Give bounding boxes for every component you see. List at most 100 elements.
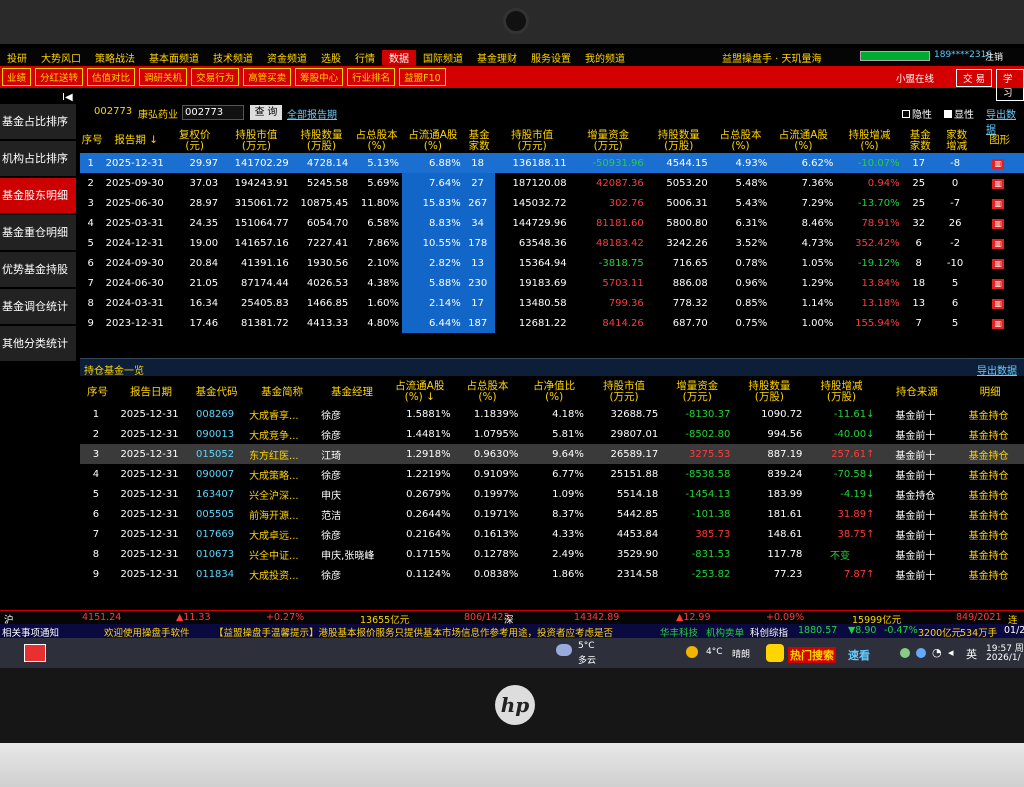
sidebar-item[interactable]: 其他分类统计 bbox=[0, 326, 76, 361]
table-row[interactable]: 7 2025-12-31 017669 大成卓远... 徐彦 0.2164% 0.1613%… bbox=[80, 524, 1024, 544]
query-button[interactable]: 查 询 bbox=[250, 105, 282, 120]
table-row[interactable]: 6 2024-09-30 20.84 41391.16 1930.56 2.10% 2.82… bbox=[80, 253, 1024, 273]
table-cell[interactable]: 090007 bbox=[187, 464, 246, 484]
column-header[interactable]: 基金简称 bbox=[246, 380, 318, 404]
toolbar-button[interactable]: 业绩 bbox=[2, 68, 32, 86]
column-header[interactable]: 占流通A股 (%) bbox=[770, 128, 836, 153]
sidebar-item[interactable]: 基金占比排序 bbox=[0, 104, 76, 139]
chart-cell[interactable]: ▥ bbox=[975, 173, 1024, 193]
toolbar-button[interactable]: 行业排名 bbox=[347, 68, 396, 86]
column-header[interactable]: 家数 增减 bbox=[938, 128, 975, 153]
table-row[interactable]: 2 2025-12-31 090013 大成竞争... 徐彦 1.4481% 1.0795%… bbox=[80, 424, 1024, 444]
toolbar-button[interactable]: 分红送转 bbox=[35, 68, 84, 86]
column-header[interactable]: 基金经理 bbox=[318, 380, 386, 404]
column-header[interactable]: 增量资金 (万元) bbox=[661, 380, 733, 404]
sidebar-item[interactable]: 基金重仓明细 bbox=[0, 215, 76, 250]
column-header[interactable]: 报告日期 bbox=[115, 380, 187, 404]
detail-link[interactable]: 基金持仓 bbox=[956, 404, 1024, 424]
clock-date[interactable]: 2026/1/ bbox=[986, 653, 1021, 663]
table-row[interactable]: 8 2024-03-31 16.34 25405.83 1466.85 1.60% 2.14… bbox=[80, 293, 1024, 313]
table-row[interactable]: 1 2025-12-31 29.97 141702.29 4728.14 5.13% 6.8… bbox=[80, 153, 1024, 173]
bar-chart-icon[interactable]: ▥ bbox=[992, 318, 1005, 329]
detail-link[interactable]: 基金持仓 bbox=[956, 564, 1024, 584]
column-header[interactable]: 序号 bbox=[80, 128, 104, 153]
table-cell[interactable]: 005505 bbox=[187, 504, 246, 524]
menu-item[interactable]: 基金理财 bbox=[470, 50, 524, 65]
detail-link[interactable]: 基金持仓 bbox=[956, 524, 1024, 544]
bar-chart-icon[interactable]: ▥ bbox=[992, 298, 1005, 309]
toolbar-button[interactable]: 估值对比 bbox=[87, 68, 136, 86]
column-header[interactable]: 基金代码 bbox=[187, 380, 246, 404]
chart-cell[interactable]: ▥ bbox=[975, 293, 1024, 313]
table-row[interactable]: 8 2025-12-31 010673 兴全中证... 申庆,张晓峰 0.1715% 0.1… bbox=[80, 544, 1024, 564]
chart-cell[interactable]: ▥ bbox=[975, 313, 1024, 333]
menu-item[interactable]: 策略战法 bbox=[88, 50, 142, 65]
logout-link[interactable]: 注销 bbox=[985, 50, 1003, 63]
table-cell[interactable]: 017669 bbox=[187, 524, 246, 544]
table-cell[interactable]: 090013 bbox=[187, 424, 246, 444]
table-row[interactable]: 6 2025-12-31 005505 前海开源... 范洁 0.2644% 0.1971%… bbox=[80, 504, 1024, 524]
chart-cell[interactable]: ▥ bbox=[975, 193, 1024, 213]
column-header[interactable]: 图形 bbox=[975, 128, 1024, 153]
chart-cell[interactable]: ▥ bbox=[975, 233, 1024, 253]
table-row[interactable]: 4 2025-03-31 24.35 151064.77 6054.70 6.58% 8.8… bbox=[80, 213, 1024, 233]
table-row[interactable]: 5 2025-12-31 163407 兴全沪深... 申庆 0.2679% 0.1997%… bbox=[80, 484, 1024, 504]
export-data-link-2[interactable]: 导出数据 bbox=[977, 362, 1017, 377]
column-header[interactable]: 明细 bbox=[956, 380, 1024, 404]
online-service[interactable]: 小盟在线 bbox=[896, 71, 934, 85]
table-row[interactable]: 7 2024-06-30 21.05 87174.44 4026.53 4.38% 5.88… bbox=[80, 273, 1024, 293]
explicit-option[interactable]: 显性 bbox=[944, 106, 974, 121]
column-header[interactable]: 报告期 ↓ bbox=[104, 128, 168, 153]
menu-item[interactable]: 基本面频道 bbox=[142, 50, 206, 65]
detail-link[interactable]: 基金持仓 bbox=[956, 464, 1024, 484]
table-row[interactable]: 9 2023-12-31 17.46 81381.72 4413.33 4.80% 6.44… bbox=[80, 313, 1024, 333]
column-header[interactable]: 持股市值 (万元) bbox=[587, 380, 661, 404]
column-header[interactable]: 占流通A股 (%) bbox=[402, 128, 464, 153]
toolbar-button[interactable]: 益盟F10 bbox=[399, 68, 446, 86]
menu-item[interactable]: 我的频道 bbox=[578, 50, 632, 65]
column-header[interactable]: 增量资金 (万元) bbox=[570, 128, 647, 153]
menu-item[interactable]: 技术频道 bbox=[206, 50, 260, 65]
column-header[interactable]: 占总股本 (%) bbox=[351, 128, 402, 153]
table-cell[interactable]: 015052 bbox=[187, 444, 247, 464]
table-row[interactable]: 3 2025-12-31 015052 东方红医... 江琦 1.2918% 0.9630%… bbox=[80, 444, 1024, 464]
column-header[interactable]: 持股数量 (万股) bbox=[292, 128, 352, 153]
column-header[interactable]: 持股市值 (万元) bbox=[221, 128, 292, 153]
news-stock[interactable]: 华丰科技 bbox=[660, 625, 698, 639]
table-cell[interactable]: 008269 bbox=[187, 404, 246, 424]
wifi-icon[interactable]: ◔ bbox=[932, 646, 942, 659]
menu-item[interactable]: 数据 bbox=[382, 49, 416, 65]
bar-chart-icon[interactable]: ▥ bbox=[992, 178, 1005, 189]
toolbar-button[interactable]: 调研关机 bbox=[139, 68, 188, 86]
column-header[interactable]: 持仓来源 bbox=[878, 380, 957, 404]
table-row[interactable]: 9 2025-12-31 011834 大成投资... 徐彦 0.1124% 0.0838%… bbox=[80, 564, 1024, 584]
menu-item[interactable]: 资金频道 bbox=[260, 50, 314, 65]
tray-icon[interactable] bbox=[900, 648, 910, 658]
column-header[interactable]: 占总股本 (%) bbox=[454, 380, 522, 404]
menu-item[interactable]: 国际频道 bbox=[416, 50, 470, 65]
column-header[interactable]: 持股数量 (万股) bbox=[647, 128, 711, 153]
menu-item[interactable]: 行情 bbox=[348, 50, 382, 65]
menu-item[interactable]: 投研 bbox=[0, 50, 34, 65]
table-row[interactable]: 1 2025-12-31 008269 大成睿享... 徐彦 1.5881% 1.1839%… bbox=[80, 404, 1024, 424]
chart-cell[interactable]: ▥ bbox=[975, 273, 1024, 293]
table-row[interactable]: 5 2024-12-31 19.00 141657.16 7227.41 7.86% 10.… bbox=[80, 233, 1024, 253]
sidebar-item[interactable]: 机构占比排序 bbox=[0, 141, 76, 176]
toolbar-button[interactable]: 交易行为 bbox=[191, 68, 240, 86]
column-header[interactable]: 基金 家数 bbox=[464, 128, 495, 153]
user-info[interactable]: 189****2316 bbox=[934, 50, 992, 60]
detail-link[interactable]: 基金持仓 bbox=[956, 544, 1024, 564]
table-row[interactable]: 3 2025-06-30 28.97 315061.72 10875.45 11.80% 1… bbox=[80, 193, 1024, 213]
chart-cell[interactable]: ▥ bbox=[975, 253, 1024, 273]
chart-cell[interactable]: ▥ bbox=[975, 153, 1024, 173]
stock-code-input[interactable] bbox=[182, 105, 244, 120]
column-header[interactable]: 占总股本 (%) bbox=[711, 128, 771, 153]
menu-item[interactable]: 大势风口 bbox=[34, 50, 88, 65]
toolbar-button[interactable]: 高管买卖 bbox=[243, 68, 292, 86]
menu-item[interactable]: 服务设置 bbox=[524, 50, 578, 65]
menu-item[interactable]: 选股 bbox=[314, 50, 348, 65]
toolbar-button[interactable]: 筹股中心 bbox=[295, 68, 344, 86]
bar-chart-icon[interactable]: ▥ bbox=[992, 278, 1005, 289]
column-header[interactable]: 持股数量 (万股) bbox=[733, 380, 805, 404]
bar-chart-icon[interactable]: ▥ bbox=[992, 258, 1005, 269]
